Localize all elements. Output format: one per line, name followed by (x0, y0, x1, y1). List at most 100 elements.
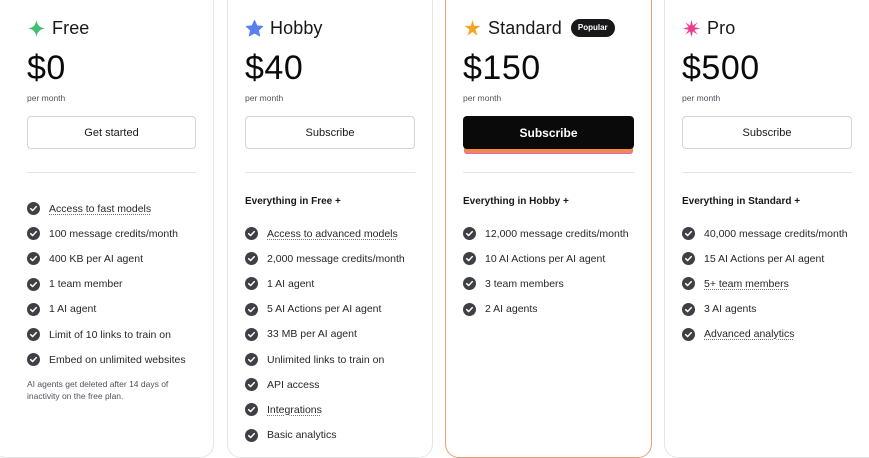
check-circle-icon (27, 202, 40, 215)
feature-text[interactable]: Access to fast models (49, 203, 151, 215)
plan-period: per month (463, 93, 501, 103)
popular-badge: Popular (571, 19, 615, 37)
starburst-icon (463, 19, 482, 38)
check-circle-icon (463, 252, 476, 265)
plan-name: Hobby (270, 18, 323, 39)
check-circle-icon (27, 252, 40, 265)
feature-item: Integrations (245, 397, 415, 422)
feature-text[interactable]: Advanced analytics (704, 328, 794, 340)
check-circle-icon (245, 403, 258, 416)
feature-item: 12,000 message credits/month (463, 221, 634, 246)
feature-text: 12,000 message credits/month (485, 228, 629, 240)
feature-text: 1 team member (49, 278, 123, 290)
plan-name: Standard (488, 18, 562, 39)
plan-header: Pro (682, 15, 735, 41)
feature-text: Limit of 10 links to train on (49, 329, 171, 341)
divider (463, 172, 634, 173)
subscribe-button-pro[interactable]: Subscribe (682, 116, 852, 149)
feature-text: 15 AI Actions per AI agent (704, 253, 824, 265)
plan-period: per month (245, 93, 283, 103)
plan-card-pro: Pro $500 per month Subscribe Everything … (664, 0, 869, 458)
divider (245, 172, 415, 173)
feature-text[interactable]: 5+ team members (704, 278, 789, 290)
plan-card-standard: Standard Popular $150 per month Subscrib… (445, 0, 652, 458)
feature-item: Advanced analytics (682, 322, 852, 347)
subscribe-button-standard[interactable]: Subscribe (463, 116, 634, 149)
feature-text: 2,000 message credits/month (267, 253, 405, 265)
check-circle-icon (27, 353, 40, 366)
plan-period: per month (27, 93, 65, 103)
feature-item: 15 AI Actions per AI agent (682, 246, 852, 271)
feature-text: 3 AI agents (704, 303, 757, 315)
feature-item: Access to advanced models (245, 221, 415, 246)
feature-list-heading: Everything in Free + (245, 196, 415, 221)
feature-item: 40,000 message credits/month (682, 221, 852, 246)
feature-item: 100 message credits/month (27, 221, 196, 246)
plan-card-hobby: Hobby $40 per month Subscribe Everything… (227, 0, 433, 458)
check-circle-icon (682, 277, 695, 290)
check-circle-icon (245, 429, 258, 442)
get-started-button[interactable]: Get started (27, 116, 196, 149)
plan-price: $150 (463, 49, 541, 88)
star-icon (245, 19, 264, 38)
feature-list-heading: Everything in Hobby + (463, 196, 634, 221)
divider (27, 172, 196, 173)
burst-icon (682, 19, 701, 38)
feature-item: 3 AI agents (682, 297, 852, 322)
feature-item: 2 AI agents (463, 297, 634, 322)
feature-text[interactable]: Integrations (267, 404, 322, 416)
plan-header: Standard Popular (463, 15, 615, 41)
feature-list: Everything in Hobby + 12,000 message cre… (463, 196, 634, 322)
feature-text: Unlimited links to train on (267, 354, 384, 366)
plan-price: $0 (27, 49, 66, 88)
feature-text: 10 AI Actions per AI agent (485, 253, 605, 265)
check-circle-icon (463, 227, 476, 240)
feature-item: Access to fast models (27, 196, 196, 221)
check-circle-icon (682, 227, 695, 240)
check-circle-icon (245, 378, 258, 391)
plan-price: $500 (682, 49, 760, 88)
check-circle-icon (27, 303, 40, 316)
check-circle-icon (245, 303, 258, 316)
feature-item: 33 MB per AI agent (245, 322, 415, 347)
feature-text[interactable]: Access to advanced models (267, 228, 398, 240)
check-circle-icon (27, 278, 40, 291)
feature-text: 33 MB per AI agent (267, 328, 357, 340)
sparkle-icon (27, 19, 46, 38)
check-circle-icon (463, 303, 476, 316)
plan-name: Free (52, 18, 89, 39)
plan-price: $40 (245, 49, 303, 88)
divider (682, 172, 852, 173)
plan-name: Pro (707, 18, 735, 39)
feature-item: Embed on unlimited websites (27, 347, 196, 372)
check-circle-icon (27, 328, 40, 341)
feature-text: 40,000 message credits/month (704, 228, 848, 240)
check-circle-icon (27, 227, 40, 240)
check-circle-icon (245, 328, 258, 341)
plan-period: per month (682, 93, 720, 103)
check-circle-icon (682, 303, 695, 316)
check-circle-icon (682, 252, 695, 265)
feature-list: Everything in Standard + 40,000 message … (682, 196, 852, 347)
feature-item: 3 team members (463, 271, 634, 296)
feature-list-heading: Everything in Standard + (682, 196, 852, 221)
check-circle-icon (245, 227, 258, 240)
feature-item: 10 AI Actions per AI agent (463, 246, 634, 271)
feature-item: 1 team member (27, 272, 196, 297)
feature-list: Everything in Free + Access to advanced … (245, 196, 415, 448)
subscribe-button-hobby[interactable]: Subscribe (245, 116, 415, 149)
plan-header: Hobby (245, 15, 323, 41)
feature-text: 400 KB per AI agent (49, 253, 143, 265)
feature-text: 100 message credits/month (49, 228, 178, 240)
feature-item: Limit of 10 links to train on (27, 322, 196, 347)
feature-list: Access to fast models 100 message credit… (27, 196, 196, 402)
check-circle-icon (245, 353, 258, 366)
feature-item: 400 KB per AI agent (27, 246, 196, 271)
plan-card-free: Free $0 per month Get started Access to … (0, 0, 214, 458)
check-circle-icon (463, 277, 476, 290)
feature-text: 5 AI Actions per AI agent (267, 303, 381, 315)
feature-item: 1 AI agent (245, 271, 415, 296)
feature-text: API access (267, 379, 320, 391)
feature-text: 1 AI agent (267, 278, 314, 290)
feature-text: 3 team members (485, 278, 564, 290)
